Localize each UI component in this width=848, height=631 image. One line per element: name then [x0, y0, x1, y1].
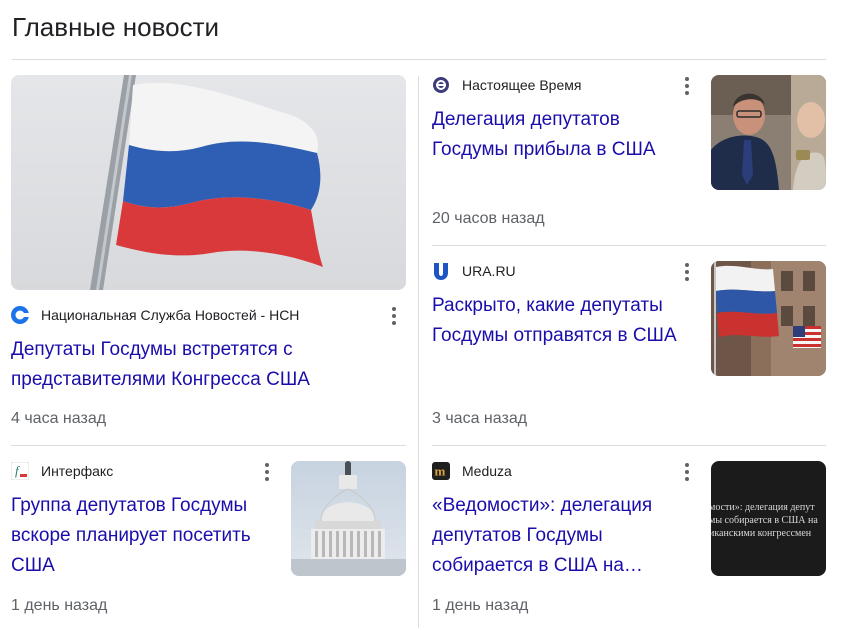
capitol-dome-photo[interactable] [291, 461, 406, 576]
source-name: Национальная Служба Новостей - НСН [41, 307, 300, 323]
snippet-line: мы собирается в США на [711, 515, 818, 526]
news-card-meduza[interactable]: m Meduza «Ведомости»: делегация депутато… [419, 446, 848, 631]
news-card-interfax[interactable]: f Интерфакс Группа депутатов Госдумы вск… [0, 446, 418, 631]
russian-flag-photo[interactable] [11, 75, 406, 290]
nsn-icon [11, 306, 29, 324]
current-time-icon [432, 76, 450, 94]
source-name: Meduza [462, 463, 512, 479]
meduza-icon: m [432, 462, 450, 480]
more-options-icon[interactable] [257, 461, 277, 483]
more-options-icon[interactable] [384, 305, 404, 327]
headline-link[interactable]: «Ведомости»: делегация депутатов Госдумы… [432, 491, 692, 581]
news-card-current-time[interactable]: Настоящее Время Делегация депутатов Госд… [419, 0, 848, 245]
source-name: URA.RU [462, 263, 516, 279]
deputies-talking-photo[interactable] [711, 75, 826, 190]
headline-link[interactable]: Раскрыто, какие депутаты Госдумы отправя… [432, 291, 702, 351]
snippet-line: иканскими конгрессмен [711, 528, 812, 539]
text-snippet-photo[interactable]: мости»: делегация депут мы собирается в … [711, 461, 826, 576]
headline-link[interactable]: Делегация депутатов Госдумы прибыла в СШ… [432, 105, 692, 165]
snippet-line: мости»: делегация депут [711, 502, 815, 513]
more-options-icon[interactable] [677, 461, 697, 483]
more-options-icon[interactable] [677, 75, 697, 97]
source-name: Интерфакс [41, 463, 114, 479]
ura-icon [432, 262, 450, 280]
source-name: Настоящее Время [462, 77, 582, 93]
svg-text:m: m [435, 464, 446, 479]
timestamp: 20 часов назад [432, 210, 545, 227]
russia-us-flags-photo[interactable] [711, 261, 826, 376]
headline-link[interactable]: Депутаты Госдумы встретятся с представит… [11, 335, 401, 395]
news-card-nsn[interactable]: Национальная Служба Новостей - НСН Депут… [0, 0, 418, 445]
timestamp: 3 часа назад [432, 410, 528, 427]
interfax-icon: f [11, 462, 29, 480]
timestamp: 1 день назад [432, 597, 529, 614]
timestamp: 1 день назад [11, 597, 108, 614]
more-options-icon[interactable] [677, 261, 697, 283]
timestamp: 4 часа назад [11, 410, 107, 427]
headline-link[interactable]: Группа депутатов Госдумы вскоре планируе… [11, 491, 281, 581]
news-card-ura[interactable]: URA.RU Раскрыто, какие депутаты Госдумы … [419, 246, 848, 446]
